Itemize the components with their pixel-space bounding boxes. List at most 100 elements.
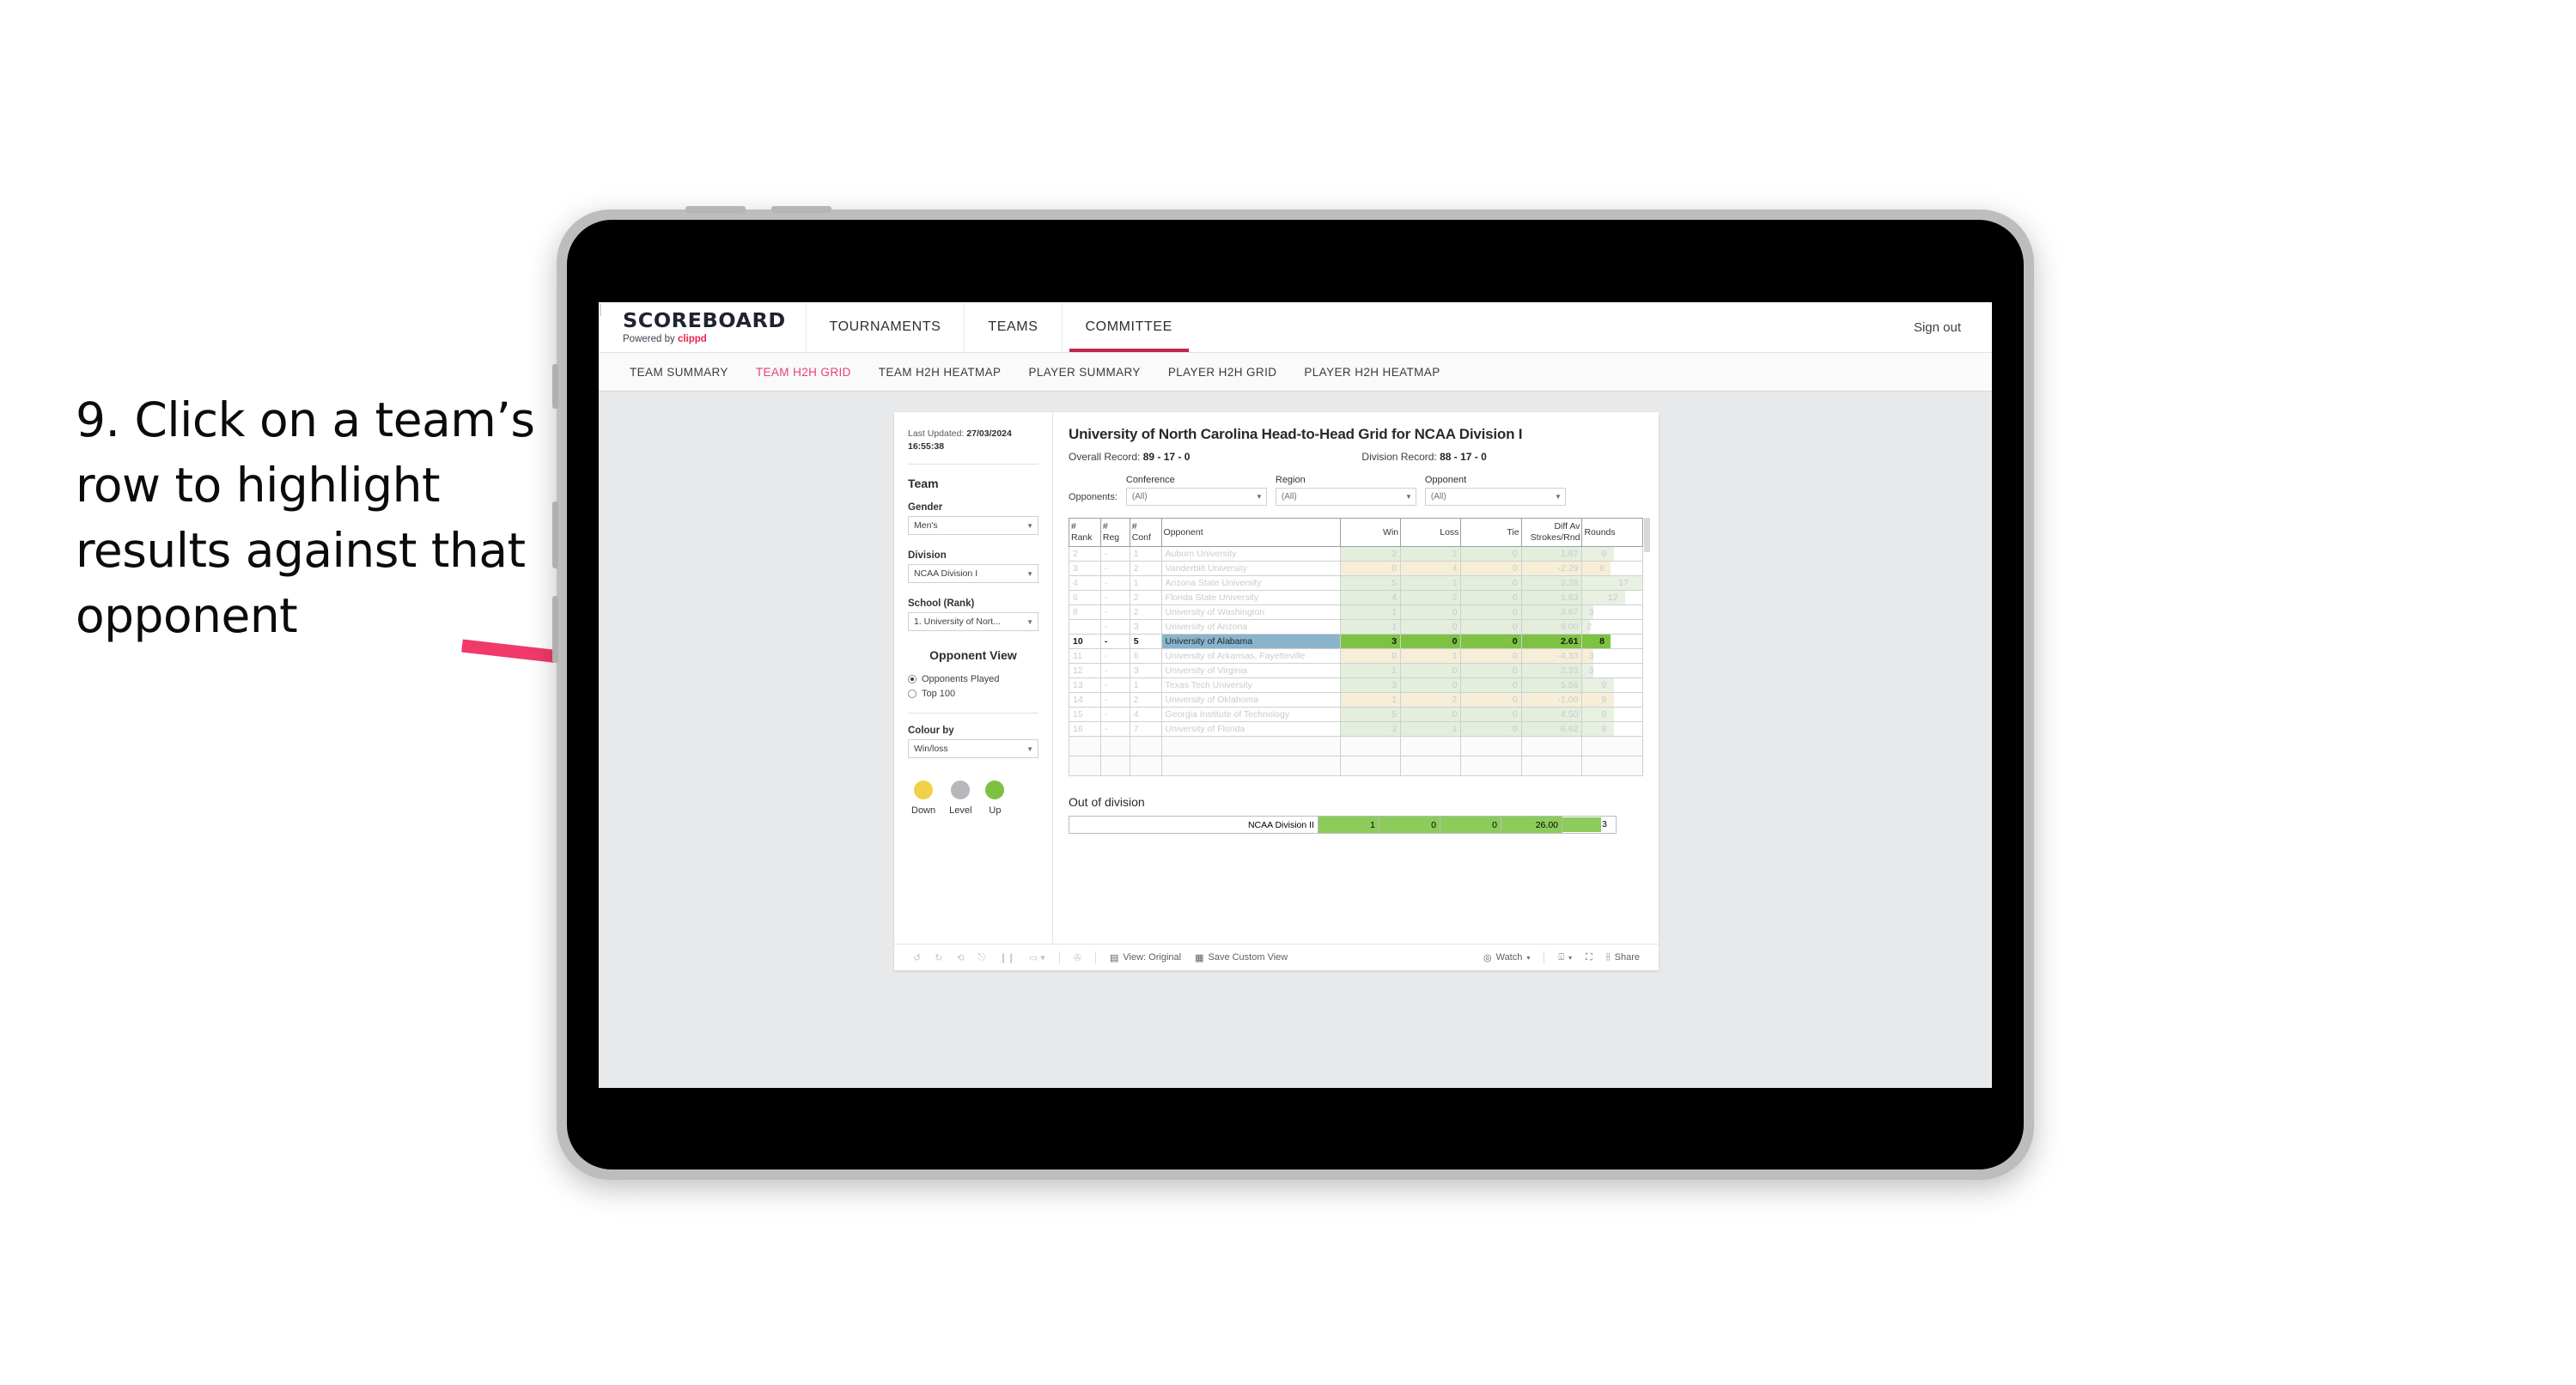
radio-top-100[interactable]: Top 100 xyxy=(908,689,1038,699)
download-button[interactable]: ⍗ ▾ xyxy=(1551,952,1579,963)
table-row[interactable]: 6-2 Florida State University 4 2 0 1.83 12 xyxy=(1069,590,1643,606)
cell-loss: 1 xyxy=(1400,648,1462,665)
colour-by-select[interactable]: Win/loss ▼ xyxy=(908,739,1038,759)
subtab-player-h2h-heatmap[interactable]: PLAYER H2H HEATMAP xyxy=(1290,366,1453,379)
pause-button[interactable]: ❙❙ xyxy=(992,952,1021,963)
nav-tab-tournaments[interactable]: TOURNAMENTS xyxy=(805,302,965,352)
cell-tie: 0 xyxy=(1460,575,1522,592)
cell-tie: 0 xyxy=(1460,677,1522,694)
subtab-player-summary[interactable]: PLAYER SUMMARY xyxy=(1014,366,1154,379)
table-row[interactable]: 12-3 University of Virginia 1 0 0 2.33 3 xyxy=(1069,663,1643,679)
cell-tie: 0 xyxy=(1460,561,1522,577)
cell-conf: 3 xyxy=(1129,663,1162,679)
conference-filter-select[interactable]: (All) ▼ xyxy=(1125,488,1267,506)
opponent-filters-row: Opponents: Conference (All) ▼ Region (Al xyxy=(1069,475,1643,506)
subtab-player-h2h-grid[interactable]: PLAYER H2H GRID xyxy=(1154,366,1291,379)
col-tie-label: Tie xyxy=(1507,526,1519,538)
cell-diff: 3.67 xyxy=(1520,604,1583,621)
cell-diff: 9.00 xyxy=(1520,619,1583,635)
chevron-down-icon: ▼ xyxy=(1026,569,1033,578)
device-layout-button[interactable]: ▭ ▾ xyxy=(1022,952,1052,963)
col-rounds[interactable]: Rounds xyxy=(1581,517,1643,548)
table-row[interactable]: -3 University of Arizona 1 0 0 9.00 2 xyxy=(1069,619,1643,635)
region-filter-select[interactable]: (All) ▼ xyxy=(1275,488,1416,506)
cell-win: 4 xyxy=(1339,590,1402,606)
cell-loss: 0 xyxy=(1400,677,1462,694)
refresh-button[interactable]: ⎋ xyxy=(971,952,993,963)
col-tie[interactable]: Tie xyxy=(1460,517,1522,548)
divider-2 xyxy=(908,713,1038,714)
cell-win: 3 xyxy=(1339,634,1402,650)
table-row[interactable]: 2-1 Auburn University 2 1 0 1.67 9 xyxy=(1069,546,1643,562)
blank-cell xyxy=(1460,756,1522,777)
subtab-team-h2h-grid[interactable]: TEAM H2H GRID xyxy=(742,366,865,379)
share-button[interactable]: ⦙⦙ Share xyxy=(1599,952,1647,963)
brand-logo[interactable]: SCOREBOARD Powered by clippd xyxy=(599,302,806,352)
subtab-team-summary[interactable]: TEAM SUMMARY xyxy=(616,366,742,379)
cell-tie: 0 xyxy=(1460,648,1522,665)
cell-tie: 0 xyxy=(1460,604,1522,621)
grid-scrollbar[interactable] xyxy=(1644,518,1650,552)
subtab-team-h2h-heatmap[interactable]: TEAM H2H HEATMAP xyxy=(865,366,1015,379)
table-row[interactable]: 8-2 University of Washington 1 0 0 3.67 3 xyxy=(1069,604,1643,621)
team-section-heading: Team xyxy=(908,477,939,491)
col-loss[interactable]: Loss xyxy=(1400,517,1462,548)
col-conf[interactable]: # Conf xyxy=(1129,517,1162,548)
col-rounds-label: Rounds xyxy=(1584,526,1616,538)
col-win[interactable]: Win xyxy=(1339,517,1402,548)
rounds-value: 9 xyxy=(1601,695,1607,706)
rounds-value: 9 xyxy=(1601,724,1607,735)
table-row[interactable]: 13-1 Texas Tech University 3 0 0 5.56 9 xyxy=(1069,677,1643,694)
table-row[interactable]: 11-6 University of Arkansas, Fayetteville… xyxy=(1069,648,1643,665)
nav-tab-teams[interactable]: TEAMS xyxy=(964,302,1061,352)
chevron-down-icon: ▼ xyxy=(1026,617,1033,626)
gender-select[interactable]: Men's ▼ xyxy=(908,516,1038,536)
col-reg[interactable]: # Reg xyxy=(1099,517,1130,548)
table-row[interactable]: 16-7 University of Florida 3 1 0 6.62 9 xyxy=(1069,721,1643,738)
cell-reg: - xyxy=(1099,692,1130,708)
table-row[interactable]: 14-2 University of Oklahoma 1 2 0 -1.00 9 xyxy=(1069,692,1643,708)
signout-link[interactable]: Sign out xyxy=(1914,320,1961,335)
cell-win: 2 xyxy=(1339,546,1402,562)
radio-opponents-played[interactable]: Opponents Played xyxy=(908,674,1038,684)
h2h-grid-wrapper[interactable]: # Rank # Reg # Conf Opponent Win Loss Tie D… xyxy=(1069,517,1650,777)
share-label: Share xyxy=(1614,952,1640,963)
ood-loss: 0 xyxy=(1379,816,1440,835)
cell-tie: 0 xyxy=(1460,590,1522,606)
view-original-button[interactable]: ▤ View: Original xyxy=(1103,952,1188,963)
undo-button[interactable]: ↺ xyxy=(906,952,928,963)
table-row-out-of-division[interactable]: NCAA Division II 1 0 0 26.00 3 xyxy=(1069,816,1617,835)
division-select[interactable]: NCAA Division I ▼ xyxy=(908,564,1038,584)
table-row[interactable]: 15-4 Georgia Institute of Technology 5 0 0 4.… xyxy=(1069,707,1643,723)
col-reg-l2: Reg xyxy=(1102,532,1120,544)
save-custom-view-button[interactable]: ▦ Save Custom View xyxy=(1188,952,1294,963)
legend-label-up: Up xyxy=(989,805,1002,817)
redo-button[interactable]: ↻ xyxy=(928,952,949,963)
table-row[interactable]: 10-5 University of Alabama 3 0 0 2.61 8 xyxy=(1069,634,1643,650)
table-row-blank xyxy=(1069,736,1643,757)
rounds-value: 9 xyxy=(1601,709,1607,720)
cell-win: 5 xyxy=(1339,707,1402,723)
col-diff[interactable]: Diff Av Strokes/Rnd xyxy=(1520,517,1583,548)
blank-cell xyxy=(1069,736,1101,757)
rounds-value: 9 xyxy=(1601,680,1607,691)
school-label: School (Rank) xyxy=(908,598,975,610)
view-original-label: View: Original xyxy=(1123,952,1182,963)
nav-tab-committee[interactable]: COMMITTEE xyxy=(1061,302,1196,352)
revert-button[interactable]: ⟲ xyxy=(949,952,971,963)
device-side-button-3 xyxy=(552,596,558,663)
cell-conf: 1 xyxy=(1129,575,1162,592)
col-opponent[interactable]: Opponent xyxy=(1160,517,1341,548)
help-icon[interactable]: ✇ xyxy=(1067,952,1088,963)
table-row[interactable]: 3-2 Vanderbilt University 0 4 0 -2.29 8 xyxy=(1069,561,1643,577)
table-row[interactable]: 4-1 Arizona State University 5 1 0 2.28 17 xyxy=(1069,575,1643,592)
opponent-filter-select[interactable]: (All) ▼ xyxy=(1424,488,1566,506)
fullscreen-button[interactable]: ⛶ xyxy=(1579,952,1599,963)
watch-button[interactable]: ◎ Watch ▾ xyxy=(1477,952,1537,963)
cell-rank: 16 xyxy=(1069,721,1101,738)
cell-rounds: 3 xyxy=(1581,663,1643,679)
blank-cell xyxy=(1520,736,1583,757)
cell-conf: 4 xyxy=(1129,707,1162,723)
school-select[interactable]: 1. University of Nort... ▼ xyxy=(908,612,1038,632)
col-rank[interactable]: # Rank xyxy=(1069,517,1101,548)
